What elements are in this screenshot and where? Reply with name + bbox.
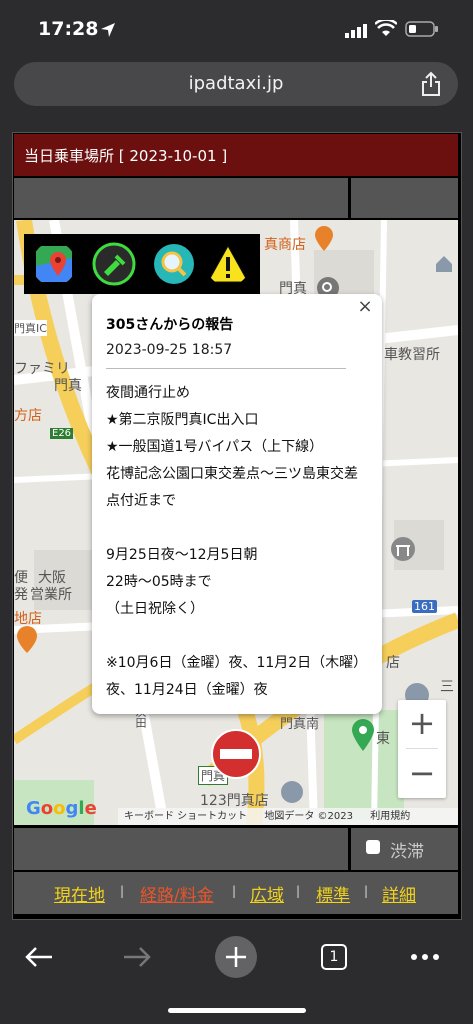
new-tab-icon[interactable] xyxy=(214,935,258,979)
share-icon[interactable] xyxy=(420,71,442,97)
map-footer: キーボード ショートカット 地図データ ©2023 利用規約 xyxy=(118,808,458,825)
keyboard-shortcuts-link[interactable]: キーボード ショートカット xyxy=(124,811,247,822)
no-entry-icon[interactable] xyxy=(210,728,262,780)
popup-body: 夜間通行止め ★第二京阪門真IC出入口 ★一般国道1号バイパス（上下線） 花博記… xyxy=(106,385,368,698)
info-popup: × 305さんからの報告 2023-09-25 18:57 夜間通行止め ★第二… xyxy=(92,294,382,714)
zoom-divider xyxy=(406,748,438,749)
gray-cell-left xyxy=(14,828,348,870)
map-label: 真商店 xyxy=(264,237,306,253)
flashlight-icon[interactable] xyxy=(92,242,136,286)
restaurant-pin-icon[interactable] xyxy=(314,226,334,252)
google-logo: Google xyxy=(26,798,97,819)
close-icon[interactable]: × xyxy=(354,296,376,318)
signal-icon xyxy=(345,24,367,38)
map-pin-icon[interactable] xyxy=(32,242,76,286)
battery-icon xyxy=(405,21,438,37)
location-arrow-icon xyxy=(101,23,115,37)
url-bar[interactable]: ipadtaxi.jp xyxy=(14,62,458,106)
status-bar: 17:28 xyxy=(0,0,473,58)
map-label: 発 xyxy=(14,587,28,603)
nav-current-location[interactable]: 現在地 xyxy=(54,881,105,906)
tab-count-button[interactable]: 1 xyxy=(321,944,347,970)
map-label: 店 xyxy=(386,655,400,671)
search-icon[interactable] xyxy=(152,242,196,286)
map-toolbar xyxy=(24,234,260,294)
map-label: 123門真店 xyxy=(200,793,269,809)
map-label: 門真南 xyxy=(280,717,320,732)
status-time: 17:28 xyxy=(38,18,99,40)
nav-wide-area[interactable]: 広域 xyxy=(250,881,284,906)
nav-separator: | xyxy=(120,884,125,898)
traffic-checkbox[interactable] xyxy=(366,840,380,854)
map-label: 161 xyxy=(412,600,437,613)
map-data-text: 地図データ ©2023 xyxy=(264,811,354,822)
map-label: 門真 xyxy=(54,378,82,394)
warning-icon[interactable] xyxy=(206,242,250,286)
zoom-in-button[interactable]: + xyxy=(398,700,446,748)
home-indicator xyxy=(168,1008,306,1013)
map-label: E26 xyxy=(50,428,74,439)
wifi-icon xyxy=(375,20,397,36)
terms-link[interactable]: 利用規約 xyxy=(370,811,410,822)
page-title: 当日乗車場所 [ 2023-10-01 ] xyxy=(14,134,458,176)
url-text[interactable]: ipadtaxi.jp xyxy=(14,62,458,106)
zoom-control: + − xyxy=(398,700,446,798)
gray-row xyxy=(14,178,458,218)
popup-divider xyxy=(106,368,346,369)
gray-cell-left xyxy=(14,178,348,218)
zoom-out-button[interactable]: − xyxy=(398,750,446,798)
map-label: 営業所 xyxy=(30,587,72,603)
back-arrow-icon[interactable] xyxy=(24,944,54,970)
nav-separator: | xyxy=(232,884,237,898)
more-icon[interactable] xyxy=(410,952,440,962)
map-label: 車教習所 xyxy=(384,347,440,363)
map-label: 東 xyxy=(376,731,390,747)
store-pin-icon xyxy=(281,781,303,803)
gray-cell-right xyxy=(351,178,458,218)
map-label: 門真IC xyxy=(14,320,47,336)
gate-pin-icon xyxy=(391,537,415,561)
nav-standard[interactable]: 標準 xyxy=(316,881,350,906)
forward-arrow-icon[interactable] xyxy=(122,944,152,970)
restaurant-pin-icon xyxy=(17,626,37,653)
home-pin-icon xyxy=(436,256,452,272)
nav-separator: | xyxy=(296,884,301,898)
popup-datetime: 2023-09-25 18:57 xyxy=(106,342,233,358)
nav-route-fare[interactable]: 経路/料金 xyxy=(140,881,214,906)
nav-detail[interactable]: 詳細 xyxy=(382,881,416,906)
nav-separator: | xyxy=(364,884,369,898)
map-pin-icon[interactable] xyxy=(350,718,376,752)
nav-bar: 現在地 | 経路/料金 | 広域 | 標準 | 詳細 xyxy=(14,872,458,914)
map-label: 方店 xyxy=(14,408,42,424)
popup-title: 305さんからの報告 xyxy=(106,317,234,333)
traffic-label: 渋滞 xyxy=(390,842,424,862)
map-label: 三 xyxy=(440,679,454,695)
map-label: 地店 xyxy=(14,611,42,627)
